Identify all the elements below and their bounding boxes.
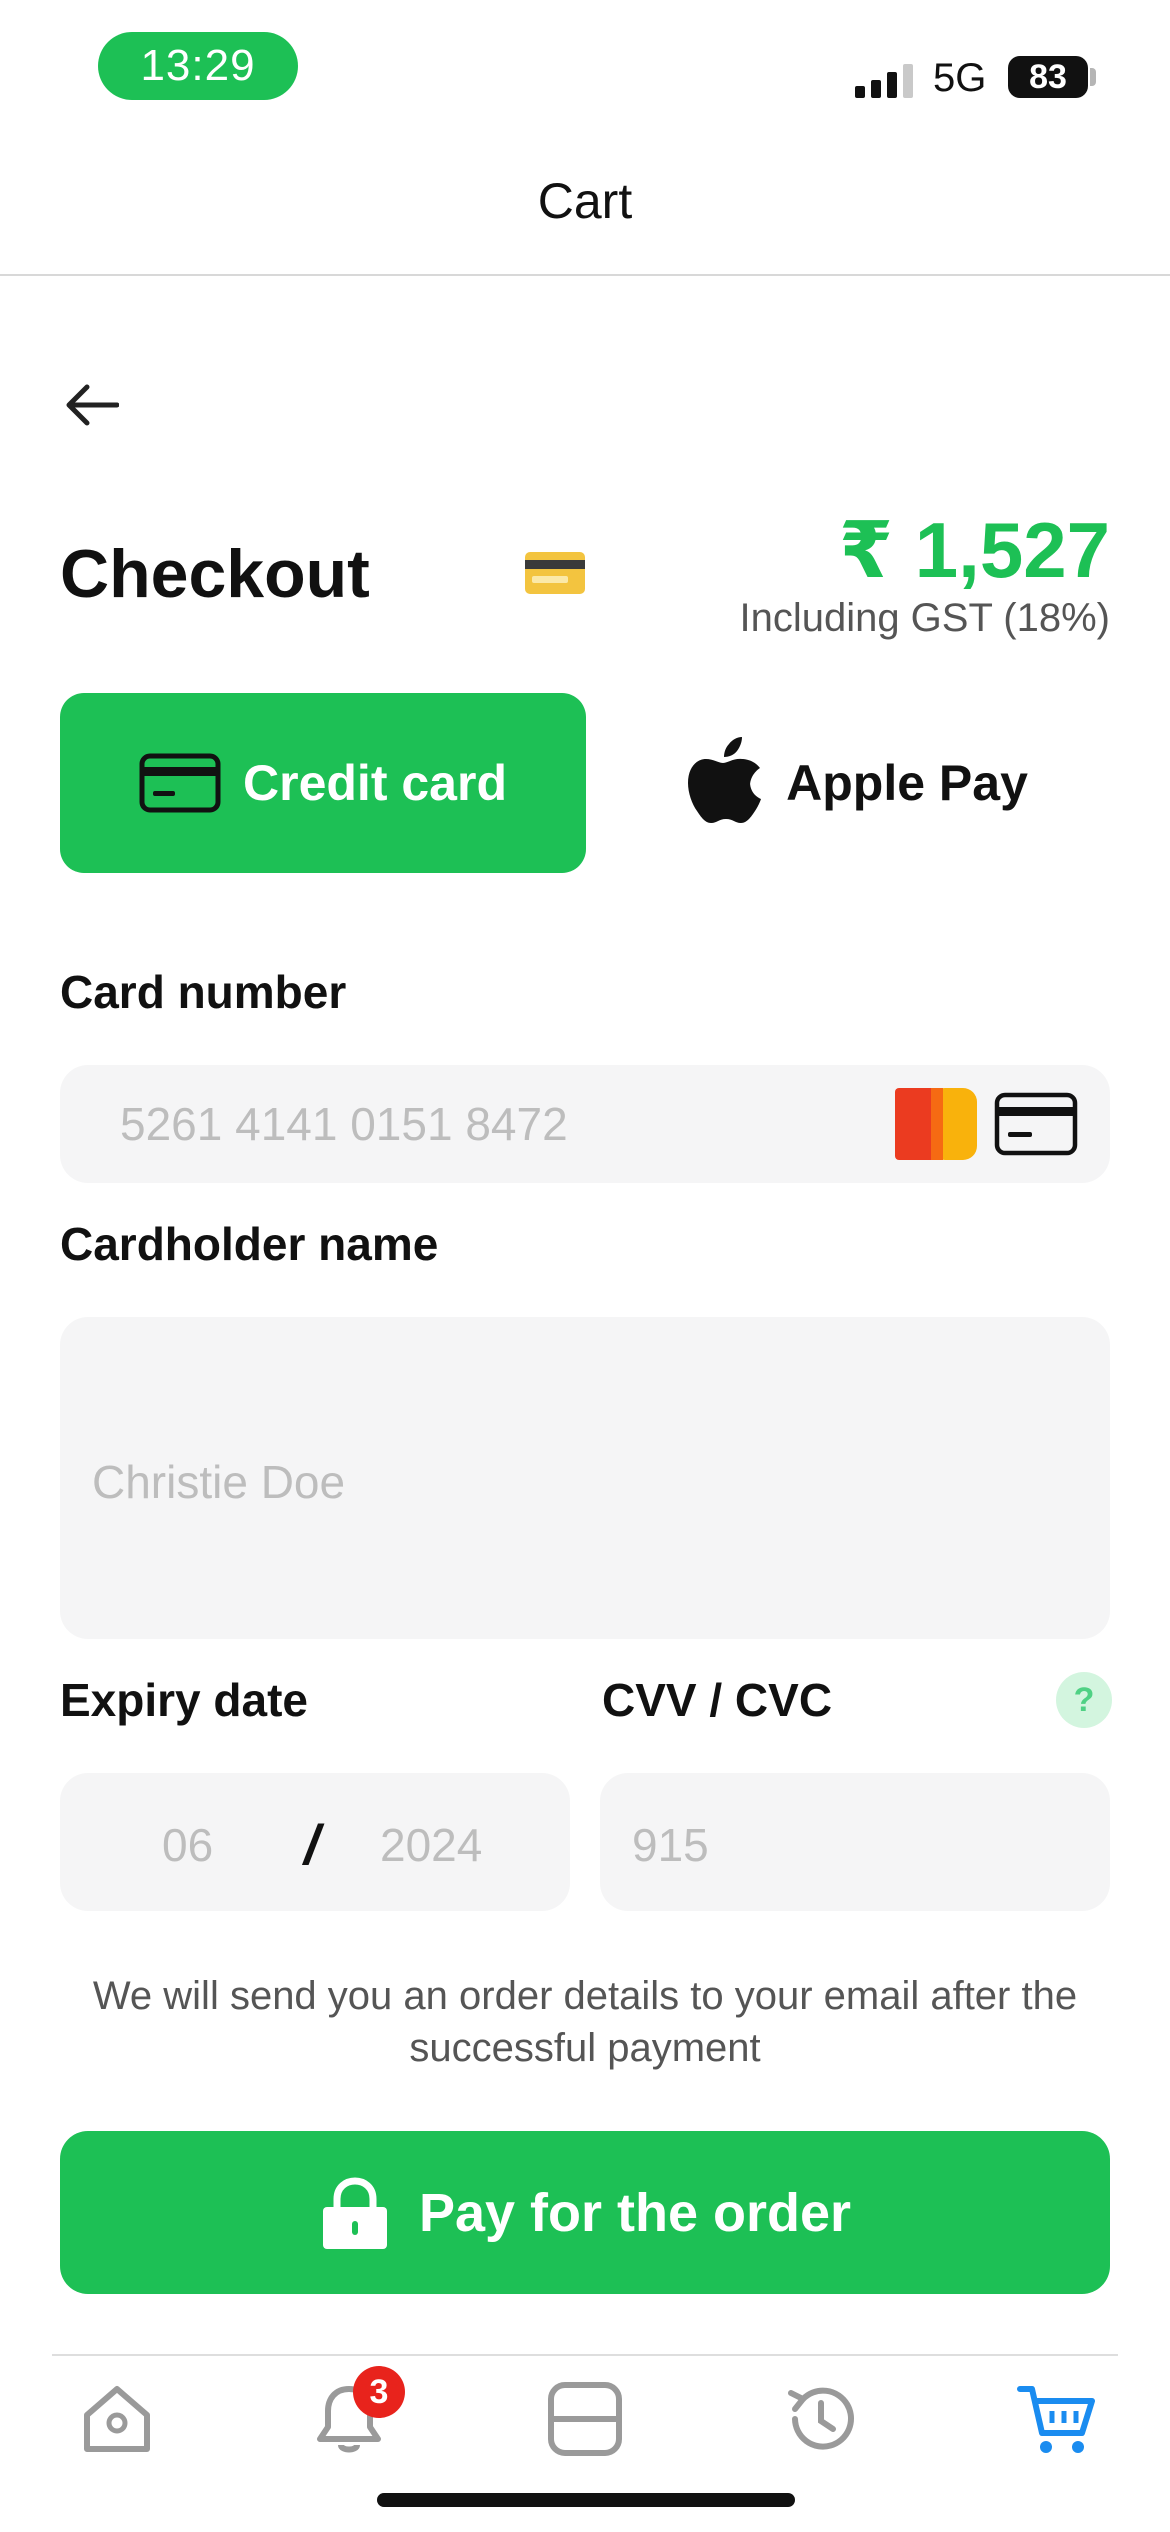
apple-logo-icon: [688, 737, 762, 823]
nav-cart[interactable]: [1012, 2374, 1102, 2464]
expiry-month-placeholder: 06: [162, 1819, 214, 1871]
credit-card-emoji-icon: [525, 552, 585, 594]
status-time: 13:29: [98, 32, 298, 100]
home-icon: [84, 2386, 150, 2452]
notifications-badge: 3: [353, 2366, 405, 2418]
arrow-left-icon: [66, 384, 119, 426]
history-icon: [788, 2387, 854, 2450]
nav-home[interactable]: [72, 2374, 162, 2464]
pay-button-label: Pay for the order: [418, 2182, 852, 2243]
credit-card-icon: [139, 753, 221, 813]
tab-apple-pay[interactable]: Apple Pay: [604, 693, 1110, 873]
battery-icon: 83: [1008, 56, 1088, 98]
battery-tip: [1090, 68, 1096, 86]
card-number-label: Card number: [60, 966, 347, 1018]
nav-divider: [52, 2354, 1118, 2356]
cvv-help-icon[interactable]: ?: [1056, 1672, 1112, 1728]
header-divider: [0, 274, 1170, 276]
tab-credit-card[interactable]: Credit card: [60, 693, 586, 873]
expiry-year-placeholder: 2024: [380, 1819, 483, 1871]
card-number-placeholder: 5261 4141 0151 8472: [120, 1098, 568, 1150]
signal-icon: [855, 58, 915, 98]
nav-cards[interactable]: [540, 2374, 630, 2464]
cardholder-placeholder: Christie Doe: [92, 1456, 346, 1508]
expiry-separator: /: [304, 1813, 320, 1876]
page-title: Checkout: [60, 536, 370, 612]
tax-note: Including GST (18%): [739, 596, 1110, 640]
tab-apple-pay-label: Apple Pay: [786, 755, 1028, 811]
network-label: 5G: [933, 56, 987, 100]
expiry-label: Expiry date: [60, 1674, 308, 1726]
home-indicator: [377, 2493, 795, 2507]
card-icon: [548, 2382, 622, 2456]
cvv-label: CVV / CVC: [602, 1674, 833, 1726]
card-icon: [994, 1092, 1078, 1156]
back-button[interactable]: [56, 370, 126, 440]
cart-icon: [1017, 2386, 1095, 2453]
cardholder-label: Cardholder name: [60, 1218, 439, 1270]
mastercard-icon: [895, 1088, 977, 1160]
header-title: Cart: [537, 173, 633, 229]
pay-button[interactable]: Pay for the order: [60, 2131, 1110, 2294]
nav-history[interactable]: [776, 2374, 866, 2464]
tab-credit-card-label: Credit card: [243, 755, 507, 811]
order-total: ₹ 1,527: [838, 506, 1110, 594]
cvv-placeholder: 915: [632, 1819, 709, 1871]
lock-icon: [322, 2176, 387, 2249]
order-email-note: We will send you an order details to you…: [92, 1974, 1078, 2070]
